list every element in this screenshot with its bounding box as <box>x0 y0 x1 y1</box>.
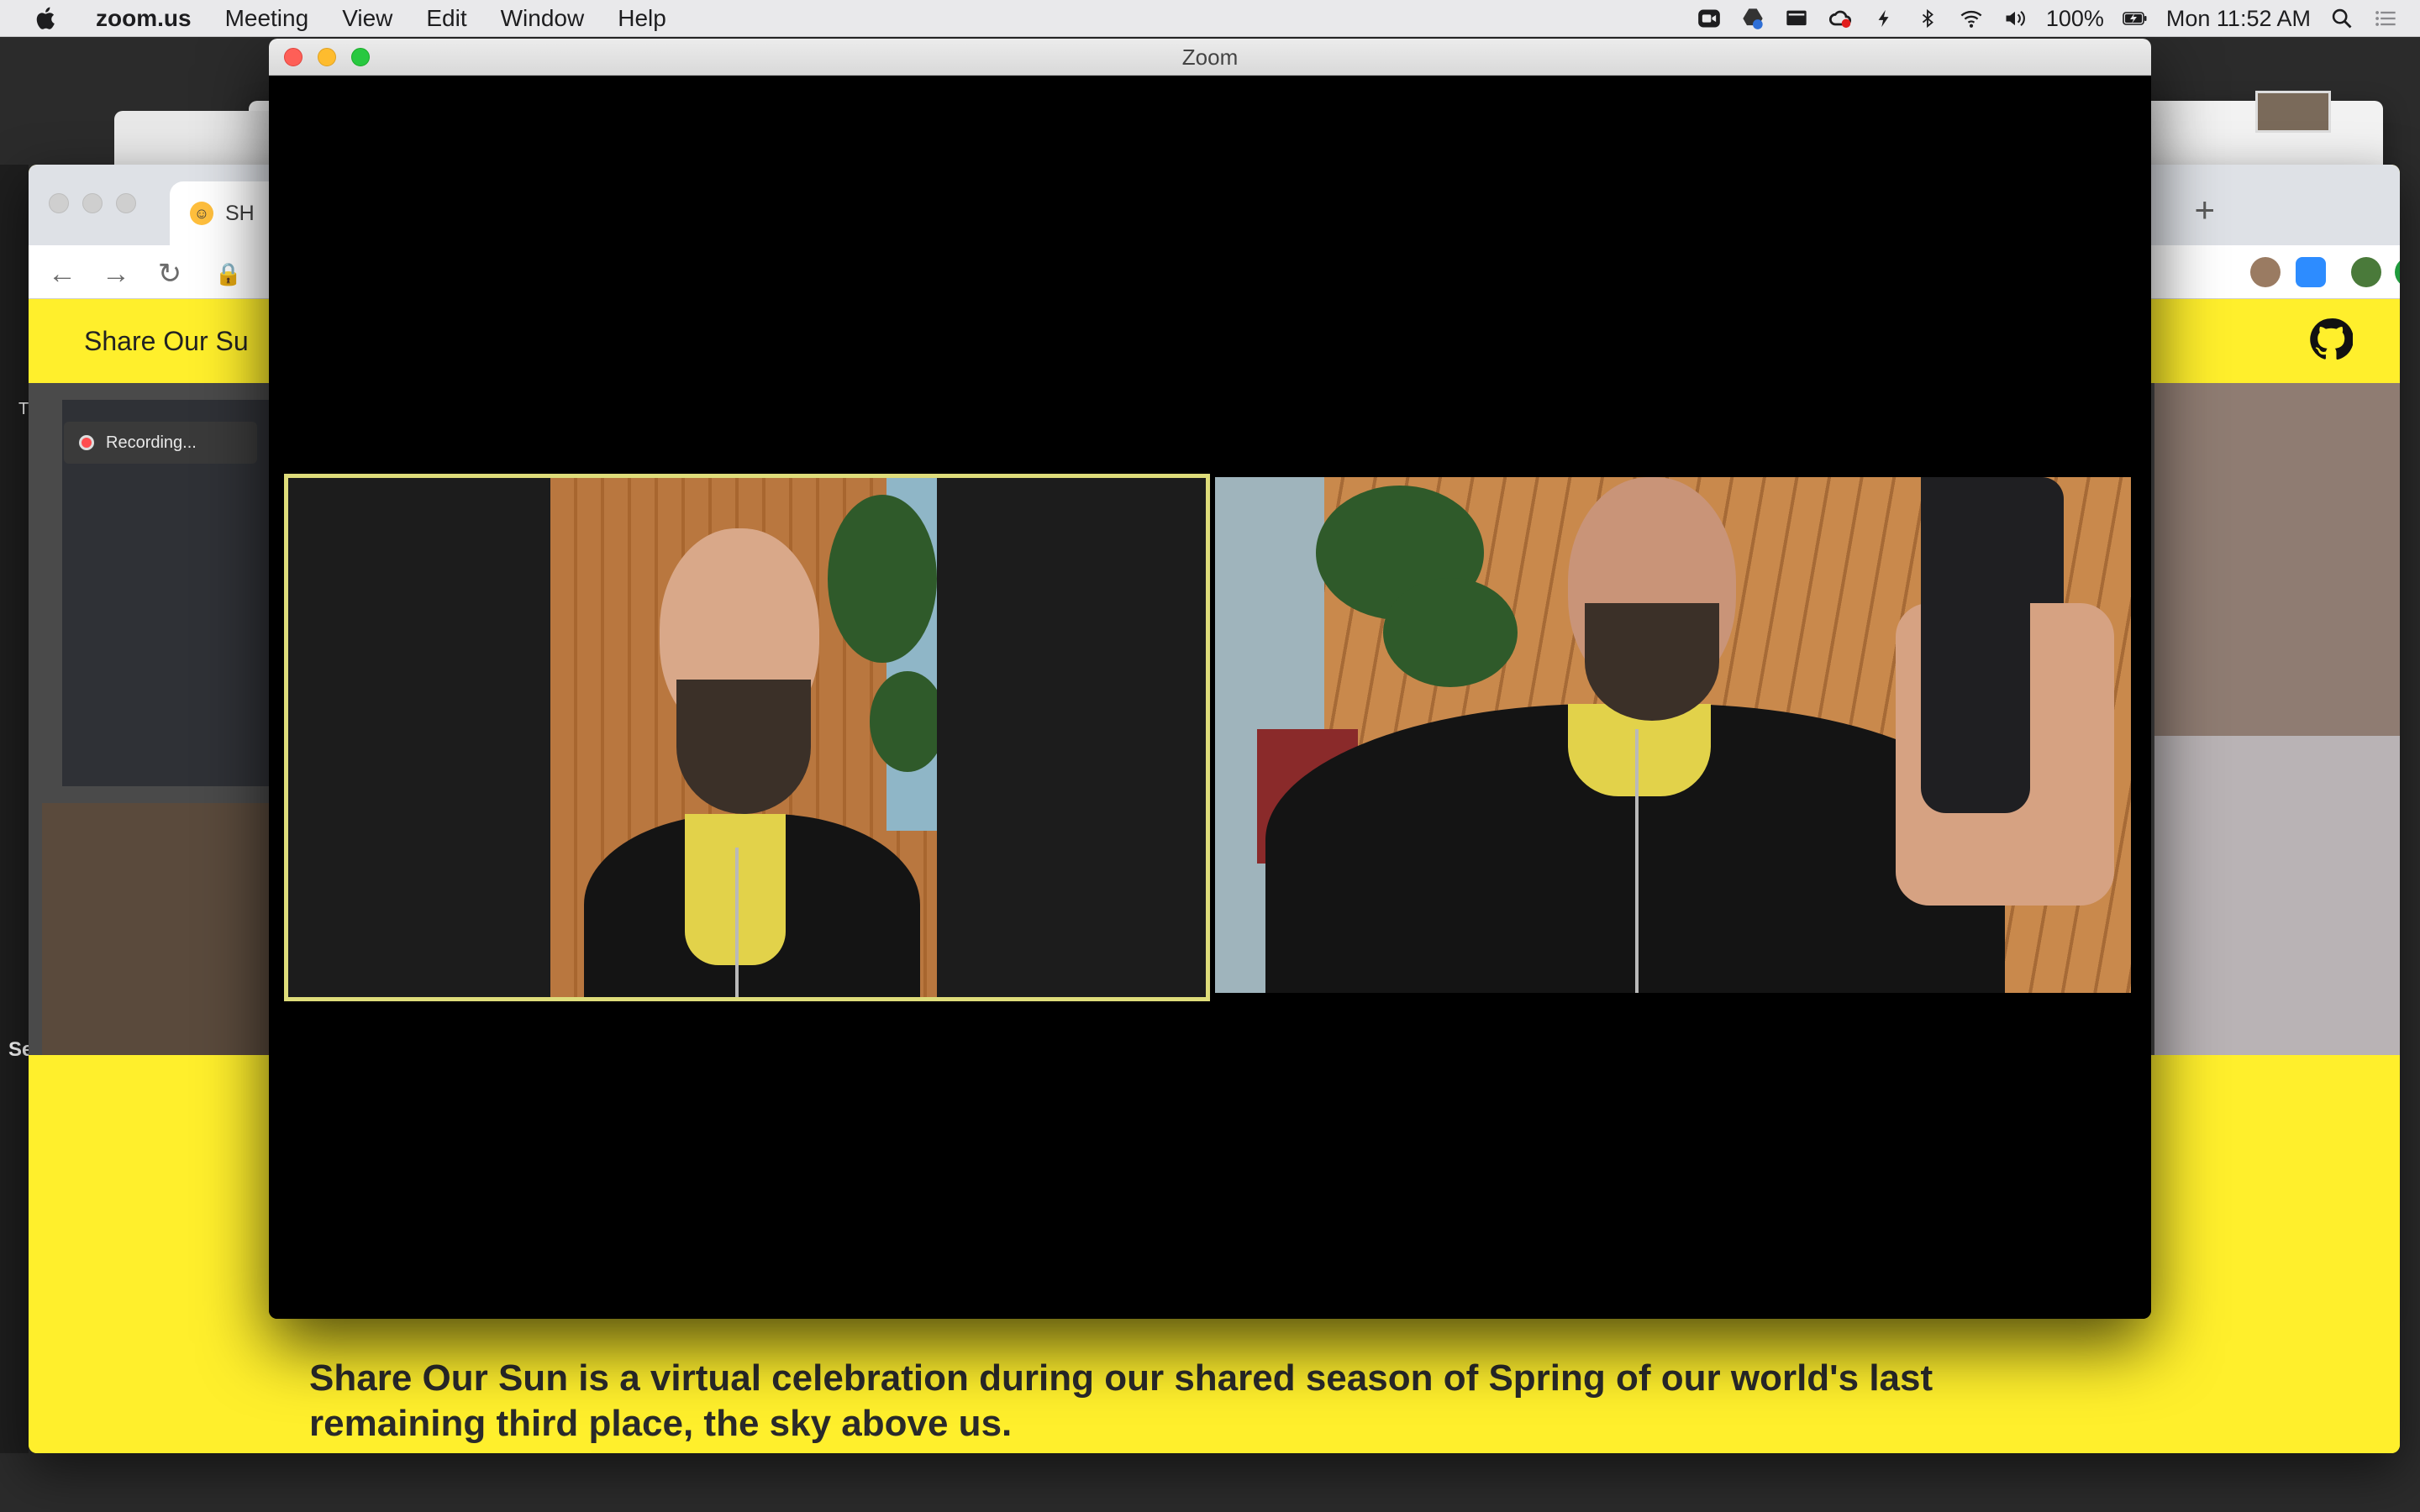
wifi-icon[interactable] <box>1959 6 1984 31</box>
left-window-edge: T Se <box>0 165 33 1453</box>
menu-edit[interactable]: Edit <box>409 0 483 37</box>
zoom-window: Zoom <box>269 39 2151 1319</box>
zoom-icon[interactable] <box>1697 6 1722 31</box>
bluetooth-icon[interactable] <box>1915 6 1940 31</box>
battery-percentage: 100% <box>2045 5 2104 31</box>
sidebar-letter-t: T <box>18 400 29 418</box>
participant-video-tile[interactable] <box>1215 477 2131 993</box>
reload-icon[interactable]: ↻ <box>155 259 185 289</box>
battery-icon[interactable] <box>2123 6 2148 31</box>
new-tab-button[interactable]: + <box>2194 190 2215 230</box>
extension-avatar-icon[interactable] <box>2250 257 2281 287</box>
github-icon[interactable] <box>2309 318 2353 361</box>
notification-center-icon[interactable] <box>2373 6 2398 31</box>
site-description: Share Our Sun is a virtual celebration d… <box>309 1357 1933 1444</box>
participant-video-feed <box>550 478 937 997</box>
lock-icon: 🔒 <box>214 261 243 286</box>
forward-arrow-icon[interactable]: → <box>101 259 131 289</box>
menu-window[interactable]: Window <box>484 0 602 37</box>
apple-icon[interactable] <box>32 4 60 33</box>
participant-video-tile-active[interactable] <box>284 474 1210 1001</box>
recording-dot-icon <box>79 435 94 450</box>
recording-indicator: Recording... <box>64 422 257 464</box>
menu-meeting[interactable]: Meeting <box>208 0 326 37</box>
fullscreen-button[interactable] <box>351 48 370 66</box>
browser-zoom-button[interactable] <box>116 193 136 213</box>
browser-tab-title: SH <box>225 201 255 225</box>
creative-cloud-icon[interactable] <box>1828 6 1853 31</box>
background-thumbnail <box>2255 91 2331 133</box>
menu-bar: zoom.us Meeting View Edit Window Help 10… <box>0 0 2420 37</box>
recording-label: Recording... <box>106 433 197 452</box>
display-icon[interactable] <box>1784 6 1809 31</box>
zoom-extension-icon[interactable] <box>2296 257 2326 287</box>
menu-view[interactable]: View <box>325 0 409 37</box>
zoom-title-bar[interactable]: Zoom <box>269 39 2151 76</box>
browser-close-button[interactable] <box>49 193 69 213</box>
menu-app-name[interactable]: zoom.us <box>87 0 208 37</box>
close-button[interactable] <box>284 48 302 66</box>
google-drive-icon[interactable] <box>1740 6 1765 31</box>
site-title[interactable]: Share Our Su <box>84 326 249 357</box>
zoom-window-title: Zoom <box>1181 45 1239 70</box>
meeting-gallery <box>269 76 2151 1319</box>
lightning-icon[interactable] <box>1871 6 1897 31</box>
sun-favicon-icon: ☺ <box>190 202 213 225</box>
menu-help[interactable]: Help <box>601 0 683 37</box>
volume-icon[interactable] <box>2002 6 2028 31</box>
back-arrow-icon[interactable]: ← <box>47 259 77 289</box>
profile-avatar[interactable] <box>2351 257 2381 287</box>
menubar-clock[interactable]: Mon 11:52 AM <box>2166 6 2311 32</box>
browser-minimize-button[interactable] <box>82 193 103 213</box>
spotlight-icon[interactable] <box>2329 6 2354 31</box>
minimize-button[interactable] <box>318 48 336 66</box>
participant-video-feed-2 <box>1215 477 2131 993</box>
